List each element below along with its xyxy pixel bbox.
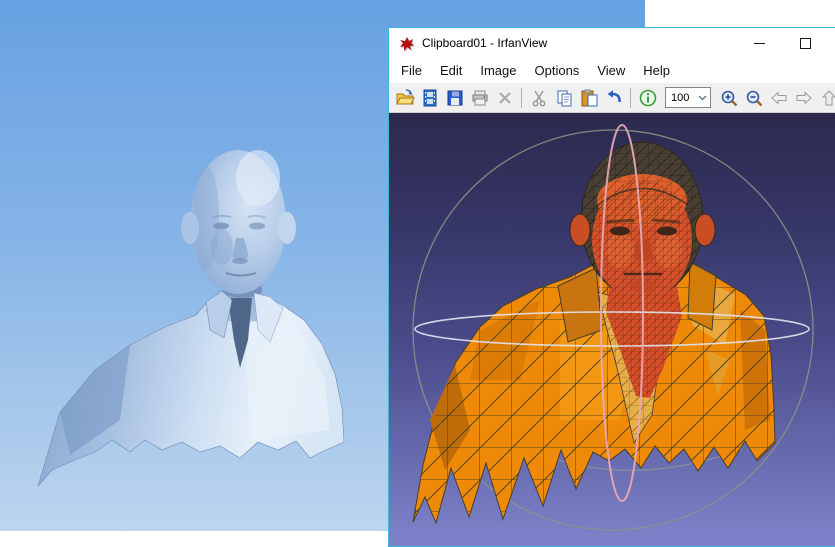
- irfanview-app-icon: [398, 35, 415, 52]
- maximize-button[interactable]: [782, 28, 828, 58]
- maximize-icon: [800, 38, 811, 49]
- zoom-in-button[interactable]: [716, 85, 741, 111]
- copy-icon: [554, 88, 574, 108]
- mesh-torso: [413, 258, 775, 523]
- window-controls: ✕: [736, 28, 835, 58]
- menu-view[interactable]: View: [588, 60, 634, 81]
- open-folder-icon: [395, 88, 415, 108]
- arrow-left-icon: [769, 88, 789, 108]
- thumbnails-button[interactable]: [417, 85, 442, 111]
- close-button[interactable]: ✕: [828, 28, 835, 58]
- print-icon: [470, 88, 490, 108]
- paste-button[interactable]: [576, 85, 601, 111]
- save-button[interactable]: [442, 85, 467, 111]
- cut-icon: [529, 88, 549, 108]
- menu-file[interactable]: File: [392, 60, 431, 81]
- toolbar-separator: [521, 88, 522, 108]
- open-button[interactable]: [392, 85, 417, 111]
- zoom-value: 100: [671, 92, 689, 104]
- menu-options[interactable]: Options: [526, 60, 589, 81]
- window-title: Clipboard01 - IrfanView: [422, 36, 547, 50]
- zoom-combo[interactable]: 100: [665, 87, 711, 108]
- copy-button[interactable]: [551, 85, 576, 111]
- menu-image[interactable]: Image: [471, 60, 525, 81]
- chevron-down-icon: [698, 95, 707, 101]
- print-button[interactable]: [467, 85, 492, 111]
- minimize-icon: [754, 43, 765, 44]
- arrow-right-icon: [794, 88, 814, 108]
- thumbnails-icon: [420, 88, 440, 108]
- zoom-out-icon: [744, 88, 764, 108]
- previous-page-button[interactable]: [816, 85, 835, 111]
- delete-button[interactable]: [492, 85, 517, 111]
- minimize-button[interactable]: [736, 28, 782, 58]
- menu-edit[interactable]: Edit: [431, 60, 471, 81]
- mesh-bust-render: [389, 113, 835, 546]
- delete-icon: [495, 88, 515, 108]
- paste-icon: [579, 88, 599, 108]
- info-icon: [638, 88, 658, 108]
- next-image-button[interactable]: [791, 85, 816, 111]
- irfanview-window: Clipboard01 - IrfanView ✕ File Edit Imag…: [388, 27, 835, 547]
- toolbar: 100: [389, 83, 835, 113]
- toolbar-separator: [630, 88, 631, 108]
- cut-button[interactable]: [526, 85, 551, 111]
- previous-image-button[interactable]: [766, 85, 791, 111]
- arrow-up-icon: [819, 88, 835, 108]
- zoom-out-button[interactable]: [741, 85, 766, 111]
- menu-help[interactable]: Help: [634, 60, 679, 81]
- save-icon: [445, 88, 465, 108]
- info-button[interactable]: [635, 85, 660, 111]
- undo-button[interactable]: [601, 85, 626, 111]
- image-canvas: [389, 113, 835, 546]
- zoom-in-icon: [719, 88, 739, 108]
- undo-icon: [604, 88, 624, 108]
- menubar: File Edit Image Options View Help: [389, 58, 835, 83]
- titlebar[interactable]: Clipboard01 - IrfanView ✕: [389, 28, 835, 58]
